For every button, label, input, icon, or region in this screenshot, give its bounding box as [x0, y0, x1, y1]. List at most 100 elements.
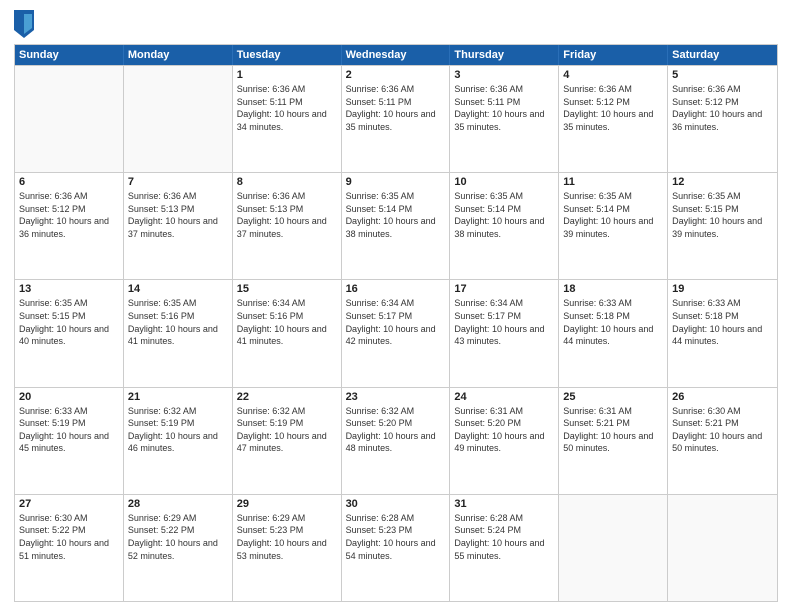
- cal-cell: 5 Sunrise: 6:36 AMSunset: 5:12 PMDaylight…: [668, 66, 777, 172]
- day-number: 13: [19, 283, 119, 295]
- cal-cell: 16 Sunrise: 6:34 AMSunset: 5:17 PMDayligh…: [342, 280, 451, 386]
- day-number: 26: [672, 391, 773, 403]
- day-number: 28: [128, 498, 228, 510]
- day-info: Sunrise: 6:35 AMSunset: 5:14 PMDaylight:…: [346, 190, 446, 240]
- calendar: SundayMondayTuesdayWednesdayThursdayFrid…: [14, 44, 778, 602]
- cal-cell: 8Sunrise: 6:36 AMSunset: 5:13 PMDaylight…: [233, 173, 342, 279]
- cal-cell: 1 Sunrise: 6:36 AMSunset: 5:11 PMDaylight…: [233, 66, 342, 172]
- cal-header-wednesday: Wednesday: [342, 45, 451, 65]
- day-number: 16: [346, 283, 446, 295]
- day-number: 14: [128, 283, 228, 295]
- day-number: 31: [454, 498, 554, 510]
- cal-cell: 6Sunrise: 6:36 AMSunset: 5:12 PMDaylight…: [15, 173, 124, 279]
- day-info: Sunrise: 6:32 AMSunset: 5:19 PMDaylight:…: [128, 405, 228, 455]
- day-info: Sunrise: 6:34 AMSunset: 5:17 PMDaylight:…: [346, 297, 446, 347]
- day-info: Sunrise: 6:34 AMSunset: 5:17 PMDaylight:…: [454, 297, 554, 347]
- day-info: Sunrise: 6:36 AMSunset: 5:11 PMDaylight:…: [237, 83, 337, 133]
- day-info: Sunrise: 6:32 AMSunset: 5:19 PMDaylight:…: [237, 405, 337, 455]
- cal-cell: 27 Sunrise: 6:30 AMSunset: 5:22 PMDayligh…: [15, 495, 124, 601]
- day-info: Sunrise: 6:28 AMSunset: 5:24 PMDaylight:…: [454, 512, 554, 562]
- day-info: Sunrise: 6:36 AMSunset: 5:11 PMDaylight:…: [346, 83, 446, 133]
- cal-week-1: 1 Sunrise: 6:36 AMSunset: 5:11 PMDaylight…: [15, 65, 777, 172]
- cal-cell: 18 Sunrise: 6:33 AMSunset: 5:18 PMDayligh…: [559, 280, 668, 386]
- cal-cell: 4 Sunrise: 6:36 AMSunset: 5:12 PMDaylight…: [559, 66, 668, 172]
- day-number: 25: [563, 391, 663, 403]
- day-number: 5: [672, 69, 773, 81]
- day-number: 6: [19, 176, 119, 188]
- cal-cell: 30Sunrise: 6:28 AMSunset: 5:23 PMDayligh…: [342, 495, 451, 601]
- cal-cell: 17 Sunrise: 6:34 AMSunset: 5:17 PMDayligh…: [450, 280, 559, 386]
- day-number: 11: [563, 176, 663, 188]
- day-number: 3: [454, 69, 554, 81]
- cal-header-thursday: Thursday: [450, 45, 559, 65]
- day-number: 19: [672, 283, 773, 295]
- day-number: 20: [19, 391, 119, 403]
- calendar-header-row: SundayMondayTuesdayWednesdayThursdayFrid…: [15, 45, 777, 65]
- cal-cell: [124, 66, 233, 172]
- cal-cell: 31 Sunrise: 6:28 AMSunset: 5:24 PMDayligh…: [450, 495, 559, 601]
- cal-header-sunday: Sunday: [15, 45, 124, 65]
- cal-week-2: 6Sunrise: 6:36 AMSunset: 5:12 PMDaylight…: [15, 172, 777, 279]
- day-number: 27: [19, 498, 119, 510]
- day-number: 22: [237, 391, 337, 403]
- cal-cell: 9 Sunrise: 6:35 AMSunset: 5:14 PMDaylight…: [342, 173, 451, 279]
- cal-cell: 10Sunrise: 6:35 AMSunset: 5:14 PMDayligh…: [450, 173, 559, 279]
- day-number: 10: [454, 176, 554, 188]
- day-number: 1: [237, 69, 337, 81]
- cal-header-tuesday: Tuesday: [233, 45, 342, 65]
- day-number: 17: [454, 283, 554, 295]
- day-number: 24: [454, 391, 554, 403]
- day-info: Sunrise: 6:35 AMSunset: 5:15 PMDaylight:…: [19, 297, 119, 347]
- day-info: Sunrise: 6:35 AMSunset: 5:16 PMDaylight:…: [128, 297, 228, 347]
- cal-cell: [15, 66, 124, 172]
- cal-cell: 29Sunrise: 6:29 AMSunset: 5:23 PMDayligh…: [233, 495, 342, 601]
- cal-header-friday: Friday: [559, 45, 668, 65]
- day-info: Sunrise: 6:31 AMSunset: 5:21 PMDaylight:…: [563, 405, 663, 455]
- page: SundayMondayTuesdayWednesdayThursdayFrid…: [0, 0, 792, 612]
- cal-cell: 11 Sunrise: 6:35 AMSunset: 5:14 PMDayligh…: [559, 173, 668, 279]
- header: [14, 10, 778, 38]
- day-info: Sunrise: 6:35 AMSunset: 5:15 PMDaylight:…: [672, 190, 773, 240]
- cal-cell: 2Sunrise: 6:36 AMSunset: 5:11 PMDaylight…: [342, 66, 451, 172]
- day-info: Sunrise: 6:36 AMSunset: 5:12 PMDaylight:…: [563, 83, 663, 133]
- cal-week-3: 13 Sunrise: 6:35 AMSunset: 5:15 PMDayligh…: [15, 279, 777, 386]
- cal-cell: 13 Sunrise: 6:35 AMSunset: 5:15 PMDayligh…: [15, 280, 124, 386]
- cal-cell: 19 Sunrise: 6:33 AMSunset: 5:18 PMDayligh…: [668, 280, 777, 386]
- cal-cell: [559, 495, 668, 601]
- cal-cell: 24 Sunrise: 6:31 AMSunset: 5:20 PMDayligh…: [450, 388, 559, 494]
- day-info: Sunrise: 6:33 AMSunset: 5:19 PMDaylight:…: [19, 405, 119, 455]
- day-info: Sunrise: 6:36 AMSunset: 5:12 PMDaylight:…: [672, 83, 773, 133]
- day-number: 18: [563, 283, 663, 295]
- day-info: Sunrise: 6:32 AMSunset: 5:20 PMDaylight:…: [346, 405, 446, 455]
- cal-cell: 22 Sunrise: 6:32 AMSunset: 5:19 PMDayligh…: [233, 388, 342, 494]
- cal-cell: 28 Sunrise: 6:29 AMSunset: 5:22 PMDayligh…: [124, 495, 233, 601]
- day-number: 15: [237, 283, 337, 295]
- cal-header-saturday: Saturday: [668, 45, 777, 65]
- cal-cell: 14 Sunrise: 6:35 AMSunset: 5:16 PMDayligh…: [124, 280, 233, 386]
- day-info: Sunrise: 6:35 AMSunset: 5:14 PMDaylight:…: [563, 190, 663, 240]
- day-info: Sunrise: 6:36 AMSunset: 5:13 PMDaylight:…: [237, 190, 337, 240]
- day-number: 9: [346, 176, 446, 188]
- cal-cell: 3 Sunrise: 6:36 AMSunset: 5:11 PMDaylight…: [450, 66, 559, 172]
- calendar-body: 1 Sunrise: 6:36 AMSunset: 5:11 PMDaylight…: [15, 65, 777, 601]
- day-info: Sunrise: 6:29 AMSunset: 5:22 PMDaylight:…: [128, 512, 228, 562]
- day-info: Sunrise: 6:36 AMSunset: 5:13 PMDaylight:…: [128, 190, 228, 240]
- day-info: Sunrise: 6:36 AMSunset: 5:11 PMDaylight:…: [454, 83, 554, 133]
- day-number: 12: [672, 176, 773, 188]
- day-number: 21: [128, 391, 228, 403]
- cal-cell: 7Sunrise: 6:36 AMSunset: 5:13 PMDaylight…: [124, 173, 233, 279]
- day-info: Sunrise: 6:31 AMSunset: 5:20 PMDaylight:…: [454, 405, 554, 455]
- day-info: Sunrise: 6:34 AMSunset: 5:16 PMDaylight:…: [237, 297, 337, 347]
- cal-cell: 23 Sunrise: 6:32 AMSunset: 5:20 PMDayligh…: [342, 388, 451, 494]
- day-number: 23: [346, 391, 446, 403]
- cal-header-monday: Monday: [124, 45, 233, 65]
- day-info: Sunrise: 6:30 AMSunset: 5:22 PMDaylight:…: [19, 512, 119, 562]
- day-info: Sunrise: 6:29 AMSunset: 5:23 PMDaylight:…: [237, 512, 337, 562]
- cal-cell: 15 Sunrise: 6:34 AMSunset: 5:16 PMDayligh…: [233, 280, 342, 386]
- day-info: Sunrise: 6:33 AMSunset: 5:18 PMDaylight:…: [563, 297, 663, 347]
- cal-week-4: 20 Sunrise: 6:33 AMSunset: 5:19 PMDayligh…: [15, 387, 777, 494]
- logo: [14, 10, 38, 38]
- day-info: Sunrise: 6:33 AMSunset: 5:18 PMDaylight:…: [672, 297, 773, 347]
- cal-week-5: 27 Sunrise: 6:30 AMSunset: 5:22 PMDayligh…: [15, 494, 777, 601]
- day-number: 4: [563, 69, 663, 81]
